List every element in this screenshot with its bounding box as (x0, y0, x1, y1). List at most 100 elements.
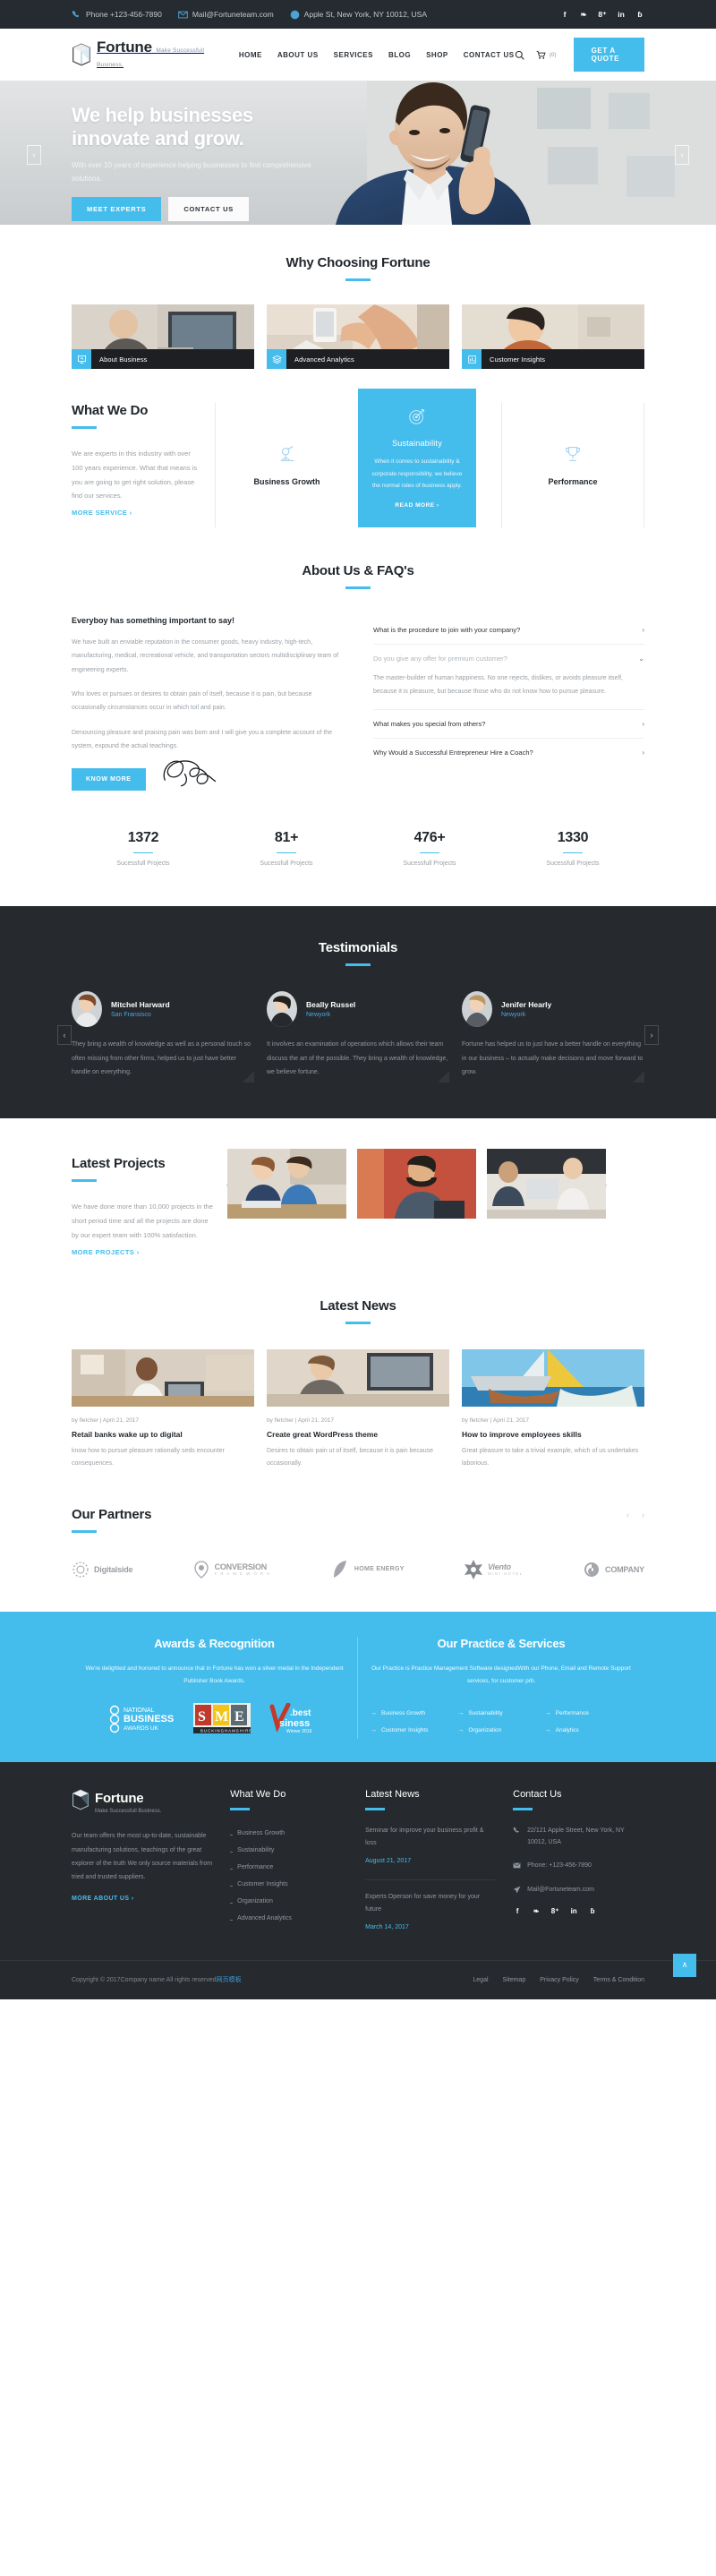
partner-logo[interactable]: CONVERSION F R A M E W O R K (192, 1561, 271, 1579)
nav-item-home[interactable]: HOME (239, 51, 262, 59)
twitter-icon[interactable]: ❧ (579, 10, 588, 20)
linkedin-icon[interactable]: in (569, 1907, 578, 1915)
why-card-label: Customer Insights (490, 355, 546, 364)
hero-prev-arrow[interactable]: ‹ (27, 145, 41, 165)
site-logo[interactable]: Fortune Make Successfull Business. (72, 39, 210, 70)
faq-item[interactable]: What is the procedure to join with your … (373, 616, 644, 645)
back-to-top-button[interactable]: ∧ (673, 1953, 696, 1977)
google-plus-icon[interactable]: 8⁺ (598, 10, 607, 20)
footer-link-performance[interactable]: Performance (230, 1859, 347, 1876)
hero-next-arrow[interactable]: › (675, 145, 689, 165)
footer-link-organization[interactable]: Organization (230, 1893, 347, 1910)
news-thumbnail (72, 1348, 254, 1407)
topbar-phone[interactable]: Phone +123-456-7890 (72, 10, 162, 20)
copyright-cn-link[interactable]: 网页模板 (217, 1977, 242, 1983)
faq-question[interactable]: What makes you special from others? › (373, 720, 644, 728)
send-icon (513, 1886, 521, 1894)
faq-item[interactable]: What makes you special from others? › (373, 710, 644, 739)
service-business-growth[interactable]: Business Growth (215, 403, 358, 527)
footer-link-advanced-analytics[interactable]: Advanced Analytics (230, 1910, 347, 1927)
footer-link-business-growth[interactable]: Business Growth (230, 1825, 347, 1842)
services-links: → Business Growth → Sustainability → Perfor… (371, 1705, 632, 1739)
footer-link-legal[interactable]: Legal (473, 1977, 488, 1983)
read-more-link[interactable]: READ MORE › (395, 502, 439, 509)
hero-contact-us-button[interactable]: CONTACT US (168, 197, 249, 222)
search-icon[interactable] (515, 49, 524, 61)
footer-address-text: 22/121 Apple Street, New York, NY 10012,… (527, 1827, 625, 1846)
counter-underline (133, 852, 153, 854)
linkedin-icon[interactable]: in (617, 10, 626, 19)
service-sustainability-featured[interactable]: Sustainability When it comes to sustaina… (358, 389, 501, 527)
sustainability-card[interactable]: Sustainability When it comes to sustaina… (358, 389, 476, 527)
service-link-sustainability[interactable]: → Sustainability (457, 1705, 544, 1722)
service-link-business-growth[interactable]: → Business Growth (371, 1705, 457, 1722)
footer-news-item[interactable]: Experts Operson for save money for your … (365, 1879, 496, 1935)
facebook-icon[interactable]: f (560, 10, 569, 19)
why-card[interactable]: Customer Insights (462, 304, 644, 369)
nav-item-shop[interactable]: SHOP (426, 51, 448, 59)
latest-news-section: Latest News by fletcher | April 21, 2017… (0, 1259, 716, 1471)
footer-link-customer-insights[interactable]: Customer Insights (230, 1876, 347, 1893)
google-plus-icon[interactable]: 8⁺ (550, 1907, 559, 1915)
footer-link-sitemap[interactable]: Sitemap (503, 1977, 526, 1983)
testimonial-next-arrow[interactable]: › (644, 1025, 659, 1046)
project-thumbnail[interactable] (227, 1149, 346, 1220)
service-performance[interactable]: Performance (501, 403, 644, 527)
testimonial-prev-arrow[interactable]: ‹ (57, 1025, 72, 1046)
partner-name-sub: F R A M E W O R K (214, 1571, 271, 1577)
more-projects-link[interactable]: MORE PROJECTS › (72, 1248, 140, 1256)
service-link-organization[interactable]: → Organization (457, 1722, 544, 1739)
faq-question[interactable]: Do you give any offer for premium custom… (373, 655, 644, 663)
footer-link-sustainability[interactable]: Sustainability (230, 1842, 347, 1859)
topbar-mail[interactable]: Mail@Fortuneteam.com (178, 10, 274, 20)
service-link-label: Analytics (555, 1727, 579, 1734)
service-link-analytics[interactable]: → Analytics (545, 1722, 632, 1739)
meet-experts-button[interactable]: MEET EXPERTS (72, 197, 162, 222)
faq-question[interactable]: What is the procedure to join with your … (373, 626, 644, 634)
partner-logo[interactable]: Digitalside (72, 1561, 133, 1579)
nav-item-blog[interactable]: BLOG (388, 51, 411, 59)
footer-logo[interactable]: Fortune Make Successfull Business. (72, 1789, 212, 1815)
news-card[interactable]: by fletcher | April 21, 2017 Retail bank… (72, 1348, 254, 1471)
partner-logo[interactable]: Viento MINI HOTEL (464, 1559, 524, 1579)
why-card[interactable]: About Business (72, 304, 254, 369)
more-service-link[interactable]: MORE SERVICE › (72, 509, 132, 517)
projects-carousel: ‹ › (226, 1149, 608, 1220)
partner-logo[interactable]: HOME ENERGY (330, 1560, 405, 1579)
footer-mail-text: Mail@Fortuneteam.com (527, 1886, 594, 1893)
nav-item-about-us[interactable]: ABOUT US (277, 51, 319, 59)
facebook-icon[interactable]: f (513, 1907, 522, 1915)
footer-news-item[interactable]: Seminar for improve your business profit… (365, 1825, 495, 1869)
news-card[interactable]: by fletcher | April 21, 2017 How to impr… (462, 1348, 644, 1471)
footer-link-privacy-policy[interactable]: Privacy Policy (540, 1977, 579, 1983)
faq-item[interactable]: Why Would a Successful Entrepreneur Hire… (373, 739, 644, 766)
know-more-button[interactable]: KNOW MORE (72, 767, 146, 791)
partner-logo[interactable]: COMPANY (583, 1561, 644, 1579)
svg-text:BUCKINGHAMSHIRE: BUCKINGHAMSHIRE (200, 1729, 251, 1733)
partners-next-arrow[interactable]: › (642, 1511, 644, 1519)
footer-mail[interactable]: Mail@Fortuneteam.com (513, 1884, 644, 1896)
footer-link-terms[interactable]: Terms & Condition (593, 1977, 644, 1983)
service-link-customer-insights[interactable]: → Customer Insights (371, 1722, 457, 1739)
get-a-quote-button[interactable]: GET A QUOTE (573, 38, 644, 72)
faq-item[interactable]: Do you give any offer for premium custom… (373, 645, 644, 710)
cart-button[interactable]: (0) (536, 49, 557, 61)
nav-item-contact-us[interactable]: CONTACT US (464, 51, 515, 59)
news-card[interactable]: by fletcher | April 21, 2017 Create grea… (267, 1348, 449, 1471)
project-thumbnail[interactable] (357, 1149, 476, 1220)
partners-prev-arrow[interactable]: ‹ (626, 1511, 629, 1519)
projects-prev-arrow[interactable]: ‹ (222, 1176, 233, 1194)
site-header: Fortune Make Successfull Business. HOME … (0, 29, 716, 81)
behance-icon[interactable]: ɓ (588, 1907, 597, 1915)
nav-item-services[interactable]: SERVICES (334, 51, 373, 59)
topbar-address[interactable]: Apple St, New York, NY 10012, USA (290, 9, 427, 20)
projects-next-arrow[interactable]: › (601, 1176, 611, 1194)
more-about-us-link[interactable]: MORE ABOUT US › (72, 1896, 134, 1902)
faq-question[interactable]: Why Would a Successful Entrepreneur Hire… (373, 749, 644, 757)
project-thumbnail[interactable] (487, 1149, 606, 1220)
service-link-performance[interactable]: → Performance (545, 1705, 632, 1722)
presentation-icon (72, 349, 91, 369)
why-card[interactable]: Advanced Analytics (267, 304, 449, 369)
behance-icon[interactable]: ɓ (635, 10, 644, 19)
twitter-icon[interactable]: ❧ (532, 1907, 541, 1915)
